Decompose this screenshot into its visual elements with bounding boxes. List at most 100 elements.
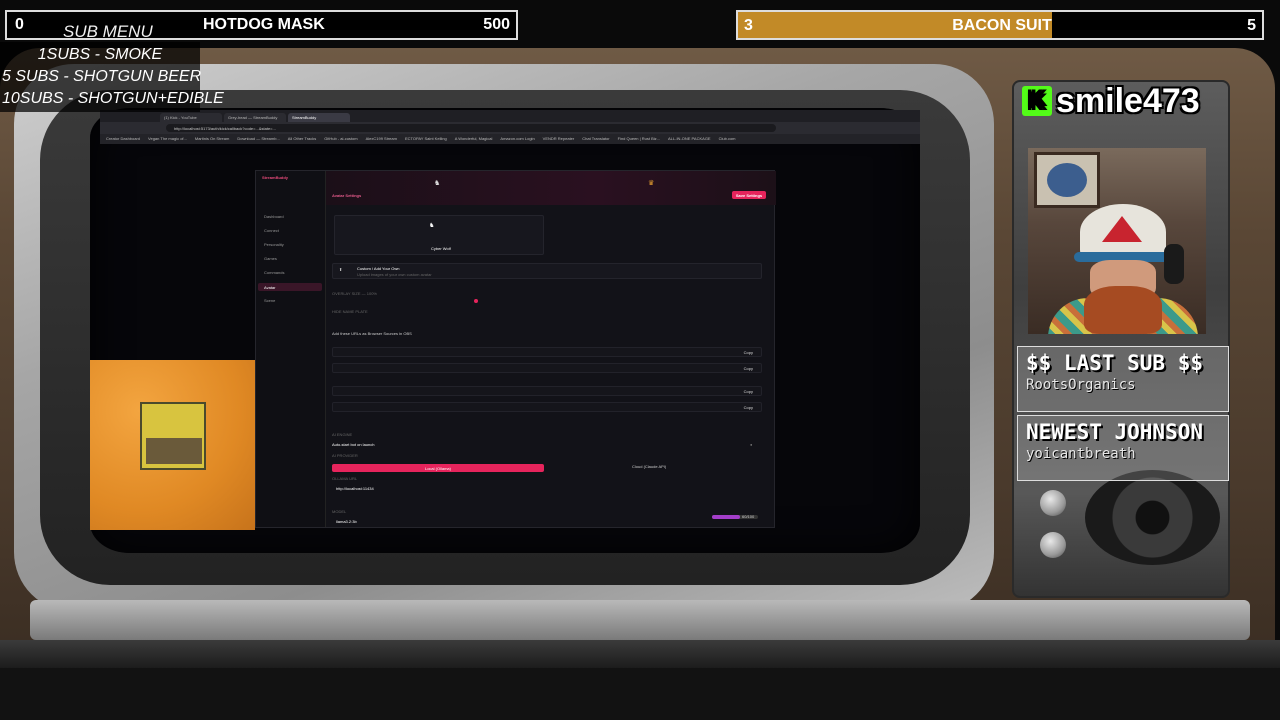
app-main: Avatar Settings ♞ ♛ Save Settings ♞ Cybe… [326,171,776,527]
app-brand: StreamBuddy [262,175,289,180]
tv-knob-icon [1040,532,1066,558]
last-sub-name: RootsOrganics [1026,377,1136,393]
bookmark[interactable]: GitHub - ai-custom [324,136,357,142]
album-photo [140,402,206,470]
fox-icon[interactable]: ♛ [648,179,654,187]
ai-section-title: AI ENGINE [332,432,353,437]
provider-label: AI PROVIDER [332,453,358,458]
streamer-name: K smile473 [1022,80,1200,122]
browser-tab[interactable]: (1) Kick - YouTube [160,113,222,122]
bookmark[interactable]: VENDR Repeater [543,136,575,142]
page-title: Avatar Settings [332,193,362,198]
kick-logo-icon: K [1022,86,1052,116]
bookmark[interactable]: Creator Dashboard [106,136,140,142]
tv-base [0,640,1280,668]
slider-value: 60/100 [742,514,755,519]
sub-menu-item: 5 SUBS - SHOTGUN BEER [2,68,202,85]
bookmark[interactable]: Club.com [719,136,736,142]
provider-cloud-button[interactable]: Cloud (Claude API) [632,464,666,469]
tv-knob-icon [1040,490,1066,516]
ollama-url-input[interactable]: http://localhost:11434 [336,486,374,491]
goal-left-target: 500 [483,16,510,33]
bookmark[interactable]: Download — Streamb... [237,136,279,142]
custom-avatar-row[interactable]: ⬆ Custom / Add Your Own Upload images of… [332,263,762,279]
tv-bottom-lip [30,600,1250,640]
goal-left-current: 0 [15,16,24,33]
nav-personality[interactable]: Personality [264,242,284,247]
bookmark[interactable]: Chat Translator [582,136,609,142]
sub-menu: 1SUBS - SMOKE 5 SUBS - SHOTGUN BEER 10SU… [0,42,224,112]
copy-button[interactable]: Copy [744,389,753,394]
newest-follower-box: NEWEST JOHNSON yoicantbreath [1017,415,1229,481]
browser-tab-strip: (1) Kick - YouTube Grey-head — StreamBud… [100,110,920,122]
goal-right-label: BACON SUIT [952,17,1052,34]
headset-icon [1164,244,1184,284]
streambuddy-app: StreamBuddy Dashboard Connect Personalit… [255,170,776,528]
extra-url-field[interactable]: Copy [332,386,762,396]
avatar-card[interactable]: ♞ Cyber Wolf [334,215,544,255]
browser-tab-active[interactable]: StreamBuddy [288,113,350,122]
bookmarks-bar: Creator Dashboard Vegan The magic of... … [100,134,920,144]
app-sidebar: StreamBuddy Dashboard Connect Personalit… [256,171,326,527]
goal-left-label: HOTDOG MASK [203,16,325,33]
newest-title: NEWEST JOHNSON [1026,420,1204,444]
urls-note: Add these URLs as Browser Sources in OBS [332,331,412,336]
browser-tab[interactable]: Grey-head — StreamBuddy [224,113,286,122]
copy-button[interactable]: Copy [744,350,753,355]
floor [0,668,1280,720]
address-bar[interactable]: http://localhost:5173/auth/kick/callback… [166,124,776,132]
nav-commands[interactable]: Commands [264,270,284,275]
nav-games[interactable]: Games [264,256,277,261]
ollama-url-label: OLLAMA URL [332,476,358,481]
bookmark[interactable]: Find Queen | Rust Biz... [618,136,660,142]
custom-subtitle: Upload images of your own custom avatar [357,272,432,277]
copy-button[interactable]: Copy [744,405,753,410]
app-header: Avatar Settings ♞ ♛ Save Settings [326,171,776,205]
last-sub-box: $$ LAST SUB $$ RootsOrganics [1017,346,1229,412]
bookmark[interactable]: Amazon.com Login [500,136,534,142]
bookmark[interactable]: Martinis On Stream [195,136,229,142]
bookmark[interactable]: A Wonderful, Magical [455,136,493,142]
overlay-size-label: OVERLAY SIZE — 100% [332,291,377,296]
wolf-icon[interactable]: ♞ [434,179,440,187]
bookmark[interactable]: Vegan The magic of... [148,136,187,142]
hide-name-label: HIDE NAME PLATE [332,309,368,314]
newest-name: yoicantbreath [1026,446,1136,462]
bookmark[interactable]: AlexC199 Stream [366,136,397,142]
nav-scene[interactable]: Scene [264,298,275,303]
username-text: smile473 [1056,81,1200,120]
overlay-url-field[interactable]: Copy [332,347,762,357]
autostart-label: Auto-start bot on launch [332,442,375,447]
beard [1084,286,1162,334]
goal-bar-left: 0 SUB MENU HOTDOG MASK 500 [5,10,518,41]
upload-icon: ⬆ [339,267,343,272]
nav-dashboard[interactable]: Dashboard [264,214,284,219]
wolf-avatar-icon: ♞ [429,223,435,229]
bookmark[interactable]: All Other Tracks [288,136,316,142]
sub-menu-item: 10SUBS - SHOTGUN+EDIBLE [2,90,224,107]
browser-toolbar: http://localhost:5173/auth/kick/callback… [100,122,920,134]
copy-button[interactable]: Copy [744,366,753,371]
model-input[interactable]: llama3.2:3b [336,519,357,524]
save-settings-button[interactable]: Save Settings [732,191,766,199]
chat-url-field[interactable]: Copy [332,363,762,373]
model-label: MODEL [332,509,347,514]
sub-menu-item: 1SUBS - SMOKE [37,46,163,63]
sub-menu-title: SUB MENU [63,22,153,41]
wall-poster [1034,152,1100,208]
custom-title: Custom / Add Your Own [357,266,400,271]
goal-right-target: 5 [1247,17,1256,34]
last-sub-title: $$ LAST SUB $$ [1026,351,1204,375]
cursor-dot [474,299,478,303]
tv-dial-icon [1085,470,1220,565]
goal-bar-right: 3 BACON SUIT 5 [736,10,1264,40]
album-art [90,360,255,530]
provider-local-button[interactable]: Local (Ollama) [332,464,544,472]
bookmark[interactable]: ECTOPAY Saint Kelling [405,136,447,142]
slider-fill [712,515,740,519]
extra-url-field-2[interactable]: Copy [332,402,762,412]
autostart-toggle[interactable]: ● [750,442,752,447]
bookmark[interactable]: ALL-IN-ONE PACKAGE [668,136,711,142]
nav-connect[interactable]: Connect [264,228,279,233]
nav-avatar[interactable]: Avatar [264,285,276,290]
